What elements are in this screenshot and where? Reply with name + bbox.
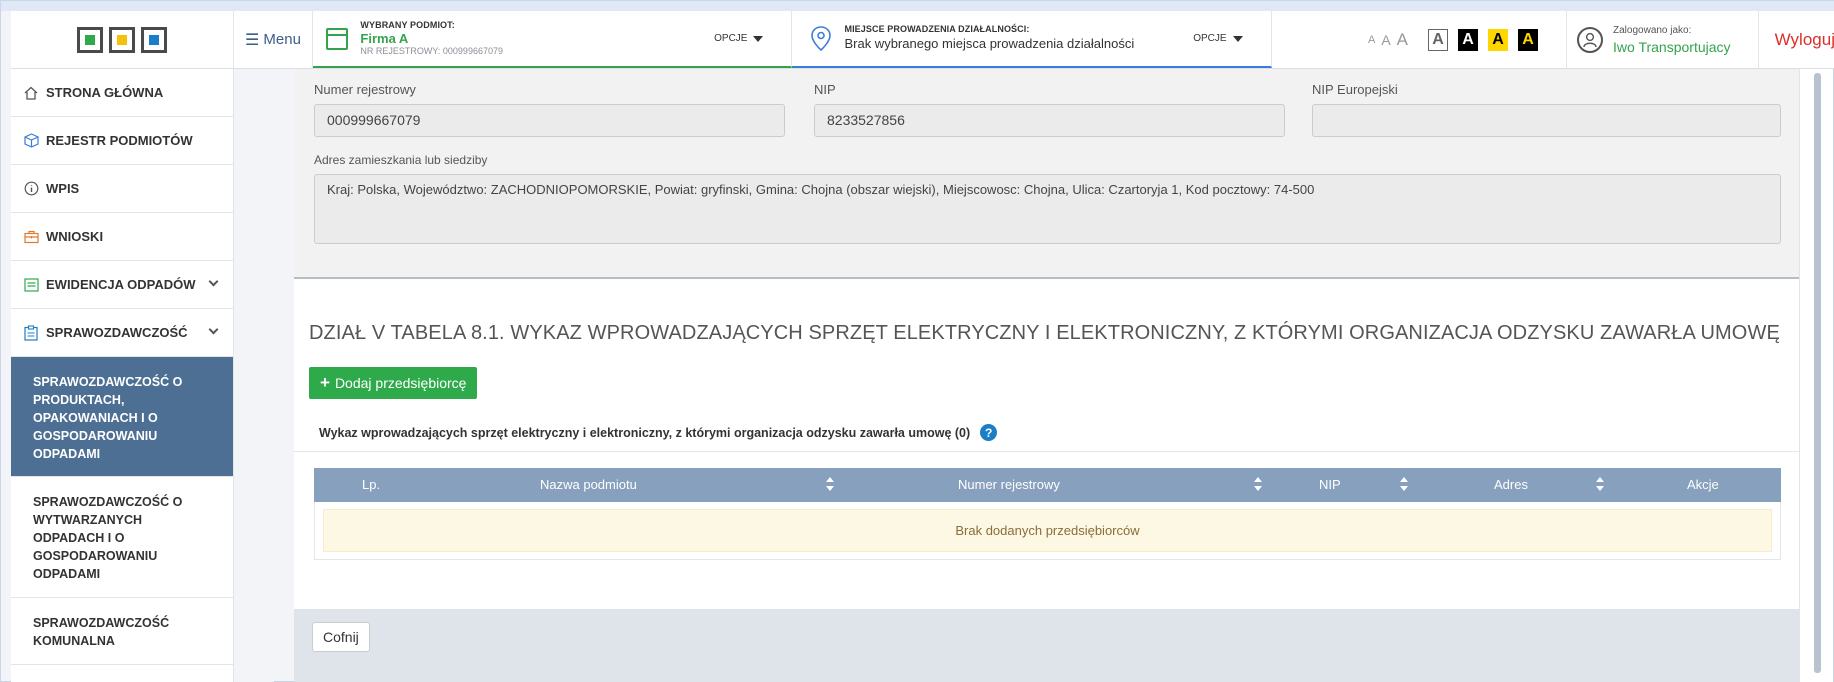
location-pin-icon: [811, 25, 832, 51]
column-nazwa[interactable]: Nazwa podmiotu: [540, 477, 637, 492]
selected-entity-name: Firma A: [360, 30, 409, 46]
list-icon: [23, 277, 39, 292]
logged-as-label: Zalogowano jako:: [1613, 24, 1692, 36]
business-location-label: MIEJSCE PROWADZENIA DZIAŁALNOŚCI:: [844, 24, 1030, 35]
sidebar-item-rejestr[interactable]: REJESTR PODMIOTÓW: [11, 117, 233, 165]
user-info[interactable]: Zalogowano jako: Iwo Transportujacy: [1567, 11, 1759, 68]
column-lp: Lp.: [362, 477, 381, 492]
column-numer[interactable]: Numer rejestrowy: [958, 477, 1060, 492]
info-icon: [23, 181, 39, 196]
sidebar-item-label: REJESTR PODMIOTÓW: [46, 133, 193, 148]
sidebar-item-wnioski[interactable]: WNIOSKI: [11, 213, 233, 261]
sidebar-item-label: SPRAWOZDAWCZOŚĆ: [46, 325, 188, 340]
sidebar-item-label: WPIS: [46, 181, 80, 196]
menu-button[interactable]: ☰ Menu: [234, 11, 314, 68]
app-frame: ☰ Menu WYBRANY PODMIOT: Firma A NR REJES…: [0, 0, 1834, 682]
cube-icon: [23, 133, 39, 148]
sort-icon[interactable]: [826, 477, 834, 491]
sidebar-item-label: WNIOSKI: [46, 229, 104, 244]
adres-field: Kraj: Polska, Województwo: ZACHODNIOPOMO…: [314, 174, 1781, 244]
menu-label: Menu: [263, 31, 301, 48]
logout-link[interactable]: Wyloguj: [1759, 11, 1834, 68]
back-button[interactable]: Cofnij: [312, 622, 370, 652]
caret-down-icon: [1232, 35, 1243, 42]
sort-icon[interactable]: [1596, 477, 1604, 491]
font-size-medium[interactable]: A: [1381, 32, 1390, 48]
location-options-dropdown[interactable]: OPCJE: [1193, 33, 1270, 44]
column-adres[interactable]: Adres: [1494, 477, 1528, 492]
window-top-band: [1, 1, 1834, 11]
clipboard-icon: [23, 324, 39, 341]
nip-label: NIP: [814, 82, 836, 97]
contrast-default[interactable]: A: [1428, 28, 1449, 51]
entity-details-panel: Numer rejestrowy 000999667079 NIP 823352…: [294, 69, 1801, 279]
bdo-logo[interactable]: [11, 11, 234, 68]
add-entrepreneur-label: Dodaj przedsiębiorcę: [334, 375, 467, 391]
logo-square-yellow: [108, 26, 135, 53]
numer-rejestrowy-field: 000999667079: [314, 104, 785, 137]
font-size-large[interactable]: A: [1397, 30, 1408, 50]
section-title: DZIAŁ V TABELA 8.1. WYKAZ WPROWADZAJĄCYC…: [309, 322, 1780, 344]
hamburger-icon: ☰: [245, 31, 260, 49]
sidebar-item-sprawozdawczosc[interactable]: SPRAWOZDAWCZOŚĆ: [11, 309, 233, 357]
caret-down-icon: [753, 35, 764, 42]
numer-rejestrowy-label: Numer rejestrowy: [314, 82, 416, 97]
adres-label: Adres zamieszkania lub siedziby: [314, 153, 488, 167]
plus-icon: +: [320, 373, 330, 392]
column-nip[interactable]: NIP: [1319, 477, 1341, 492]
selected-entity-nr: NR REJESTROWY: 000999667079: [360, 46, 503, 57]
sidebar-item-home[interactable]: STRONA GŁÓWNA: [11, 69, 233, 117]
sidebar: STRONA GŁÓWNA REJESTR PODMIOTÓW WPIS WNI…: [11, 69, 234, 682]
nip-eu-field: [1312, 104, 1781, 137]
column-akcje: Akcje: [1687, 477, 1719, 492]
table-row: Brak dodanych przedsiębiorców: [314, 502, 1781, 560]
entity-options-label: OPCJE: [714, 33, 748, 44]
chevron-down-icon: [208, 276, 219, 287]
sidebar-item-label: EWIDENCJA ODPADÓW: [46, 277, 196, 292]
help-icon[interactable]: ?: [980, 424, 998, 441]
user-name: Iwo Transportujacy: [1613, 38, 1731, 55]
content-gutter: [234, 69, 274, 682]
nip-field: 8233527856: [814, 104, 1285, 137]
contrast-black-yellow[interactable]: A: [1518, 28, 1539, 51]
sidebar-item-wpis[interactable]: WPIS: [11, 165, 233, 213]
location-options-label: OPCJE: [1193, 33, 1227, 44]
sidebar-item-ewidencja[interactable]: EWIDENCJA ODPADÓW: [11, 261, 233, 309]
business-location-value: Brak wybranego miejsca prowadzenia dział…: [844, 35, 1135, 51]
chevron-down-icon: [208, 324, 219, 335]
home-icon: [23, 86, 39, 100]
empty-table-message: Brak dodanych przedsiębiorców: [323, 509, 1772, 552]
sidebar-item-label: STRONA GŁÓWNA: [46, 85, 164, 100]
logo-square-blue: [140, 26, 167, 53]
list-caption-text: Wykaz wprowadzających sprzęt elektryczny…: [319, 425, 971, 440]
sidebar-subitem-komunalna[interactable]: SPRAWOZDAWCZOŚĆ KOMUNALNA: [11, 598, 233, 665]
contrast-black-white[interactable]: A: [1458, 28, 1479, 51]
sidebar-subitem-produkty[interactable]: SPRAWOZDAWCZOŚĆ O PRODUKTACH, OPAKOWANIA…: [11, 357, 233, 477]
add-entrepreneur-button[interactable]: + Dodaj przedsiębiorcę: [309, 367, 478, 399]
sidebar-subitem-wytwarzane[interactable]: SPRAWOZDAWCZOŚĆ O WYTWARZANYCH ODPADACH …: [11, 477, 233, 598]
selected-entity-panel: WYBRANY PODMIOT: Firma A NR REJESTROWY: …: [313, 11, 793, 68]
accessibility-controls: A A A A A A A: [1272, 11, 1568, 68]
user-icon: [1577, 26, 1604, 53]
briefcase-icon: [23, 230, 39, 244]
footer-bar: Cofnij: [294, 609, 1801, 682]
font-size-small[interactable]: A: [1368, 34, 1375, 46]
scrollbar-thumb[interactable]: [1814, 73, 1821, 673]
entity-options-dropdown[interactable]: OPCJE: [714, 33, 791, 44]
nip-eu-label: NIP Europejski: [1312, 82, 1398, 97]
selected-entity-label: WYBRANY PODMIOT:: [360, 19, 455, 30]
business-location-panel: MIEJSCE PROWADZENIA DZIAŁALNOŚCI: Brak w…: [792, 11, 1272, 68]
contrast-yellow-black[interactable]: A: [1488, 28, 1509, 51]
entrepreneurs-table: Lp. Nazwa podmiotu Numer rejestrowy NIP …: [294, 451, 1801, 609]
table-header: Lp. Nazwa podmiotu Numer rejestrowy NIP …: [314, 468, 1781, 502]
sort-icon[interactable]: [1400, 477, 1408, 491]
main-content: Numer rejestrowy 000999667079 NIP 823352…: [294, 69, 1801, 682]
list-caption: Wykaz wprowadzających sprzęt elektryczny…: [319, 424, 998, 441]
logo-square-green: [76, 26, 103, 53]
top-header: ☰ Menu WYBRANY PODMIOT: Firma A NR REJES…: [11, 11, 1834, 69]
window-icon: [326, 27, 349, 50]
sort-icon[interactable]: [1254, 477, 1262, 491]
